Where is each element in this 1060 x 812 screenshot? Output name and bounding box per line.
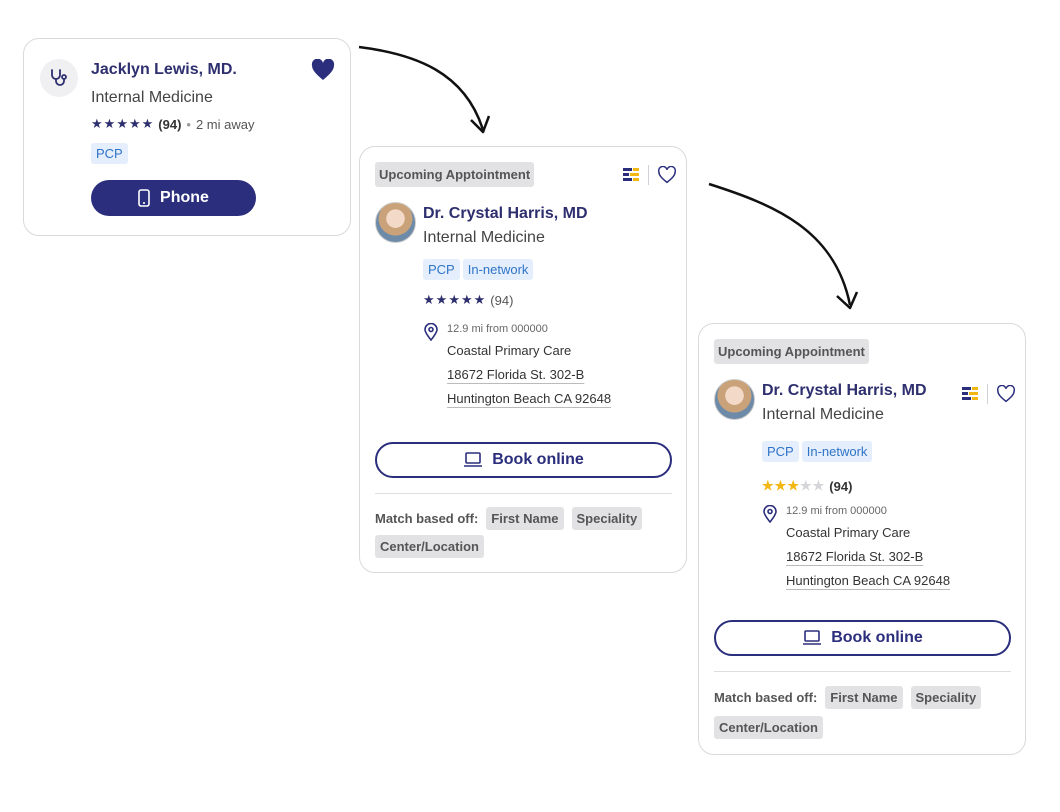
match-tag: First Name xyxy=(486,507,564,530)
star-icon: ★ xyxy=(787,478,799,493)
divider xyxy=(648,165,649,185)
network-logo-icon xyxy=(962,387,978,400)
provider-name[interactable]: Dr. Crystal Harris, MD xyxy=(762,382,927,400)
distance: 12.9 mi from 000000 xyxy=(786,505,887,517)
provider-card-jacklyn: Jacklyn Lewis, MD. Internal Medicine ★ ★ ★… xyxy=(23,38,351,236)
distance: 12.9 mi from 000000 xyxy=(447,323,548,335)
star-icon: ★ xyxy=(128,116,141,131)
star-icon: ★ xyxy=(460,292,473,307)
address-line-2[interactable]: Huntington Beach CA 92648 xyxy=(447,387,611,411)
match-tag: First Name xyxy=(825,686,903,709)
provider-name[interactable]: Jacklyn Lewis, MD. xyxy=(91,61,237,79)
avatar xyxy=(714,379,755,420)
star-icon: ★ xyxy=(91,116,103,131)
provider-specialty: Internal Medicine xyxy=(423,229,545,246)
provider-card-upcoming-alt: Upcoming Appointment Dr. Crystal Harris,… xyxy=(698,323,1026,755)
match-tag: Speciality xyxy=(571,507,643,530)
phone-icon xyxy=(138,189,150,207)
upcoming-badge: Upcoming Apptointment xyxy=(375,162,535,187)
match-tag: Speciality xyxy=(910,686,982,709)
location-pin-icon xyxy=(424,323,438,341)
review-count: (94) xyxy=(829,478,853,494)
star-empty-icon: ★ xyxy=(799,478,812,493)
star-icon: ★ xyxy=(103,116,116,131)
network-logo-icon xyxy=(623,168,639,181)
star-empty-icon: ★ xyxy=(812,478,825,493)
review-count: (94) xyxy=(490,292,514,308)
in-network-tag: In-network xyxy=(462,259,534,280)
avatar xyxy=(375,202,416,243)
match-row: Match based off: First Name Speciality xyxy=(375,507,643,530)
match-label: Match based off: xyxy=(375,511,479,526)
book-online-button[interactable]: Book online xyxy=(375,442,672,478)
address-line-1[interactable]: 18672 Florida St. 302-B xyxy=(786,545,950,569)
address-line-2[interactable]: Huntington Beach CA 92648 xyxy=(786,569,950,593)
laptop-icon xyxy=(803,630,822,645)
rating-row: ★ ★ ★ ★ ★ (94) xyxy=(423,292,513,308)
provider-specialty: Internal Medicine xyxy=(762,406,884,423)
match-tag: Center/Location xyxy=(714,716,823,739)
address-block: Coastal Primary Care 18672 Florida St. 3… xyxy=(786,521,950,593)
star-icon: ★ xyxy=(774,478,787,493)
distance: 2 mi away xyxy=(195,116,255,132)
phone-label: Phone xyxy=(160,189,209,206)
pcp-tag: PCP xyxy=(762,441,799,462)
heart-outline-icon[interactable] xyxy=(657,166,677,184)
laptop-icon xyxy=(464,452,483,467)
star-icon: ★ xyxy=(473,292,486,307)
flow-arrow xyxy=(358,45,491,134)
location-pin-icon xyxy=(763,505,777,523)
rating-row: ★ ★ ★ ★ ★ (94) • 2 mi away xyxy=(91,116,255,132)
address-line-1[interactable]: 18672 Florida St. 302-B xyxy=(447,363,611,387)
rating-row: ★ ★ ★ ★ ★ (94) xyxy=(762,478,852,494)
provider-card-upcoming: Upcoming Apptointment Dr. Crystal Harris… xyxy=(359,146,687,573)
phone-button[interactable]: Phone xyxy=(91,180,256,216)
star-icon: ★ xyxy=(116,116,128,131)
divider xyxy=(375,493,672,494)
address-block: Coastal Primary Care 18672 Florida St. 3… xyxy=(447,339,611,411)
heart-outline-icon[interactable] xyxy=(996,385,1016,403)
pcp-tag: PCP xyxy=(423,259,460,280)
facility-name: Coastal Primary Care xyxy=(447,343,572,358)
stethoscope-icon xyxy=(40,59,78,97)
separator: • xyxy=(186,116,191,132)
flow-arrow xyxy=(708,182,859,310)
star-icon: ★ xyxy=(435,292,448,307)
divider xyxy=(714,671,1011,672)
provider-specialty: Internal Medicine xyxy=(91,89,213,106)
star-icon: ★ xyxy=(448,292,460,307)
pcp-tag: PCP xyxy=(91,143,128,164)
match-tag: Center/Location xyxy=(375,535,484,558)
in-network-tag: In-network xyxy=(801,441,873,462)
match-row: Match based off: First Name Speciality xyxy=(714,686,982,709)
star-icon: ★ xyxy=(762,478,774,493)
heart-filled-icon[interactable] xyxy=(311,59,335,81)
book-online-label: Book online xyxy=(831,629,923,646)
facility-name: Coastal Primary Care xyxy=(786,525,911,540)
star-icon: ★ xyxy=(141,116,154,131)
star-rating: ★ ★ ★ ★ ★ xyxy=(423,292,485,308)
star-rating: ★ ★ ★ ★ ★ xyxy=(91,116,153,132)
book-online-label: Book online xyxy=(492,451,584,468)
book-online-button[interactable]: Book online xyxy=(714,620,1011,656)
match-label: Match based off: xyxy=(714,690,818,705)
star-icon: ★ xyxy=(423,292,435,307)
review-count: (94) xyxy=(158,116,182,132)
provider-name[interactable]: Dr. Crystal Harris, MD xyxy=(423,205,588,223)
upcoming-badge: Upcoming Appointment xyxy=(714,339,869,364)
divider xyxy=(987,384,988,404)
star-rating: ★ ★ ★ ★ ★ xyxy=(762,478,824,494)
